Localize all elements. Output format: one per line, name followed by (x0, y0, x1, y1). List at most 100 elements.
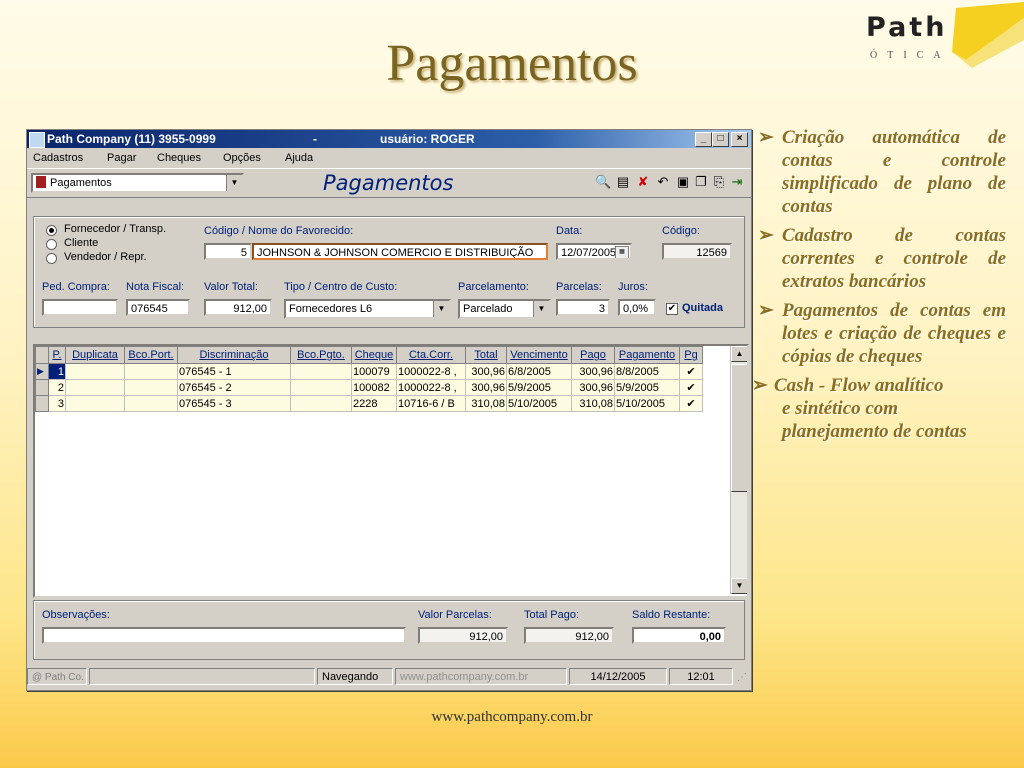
parcelamento-select[interactable]: Parcelado ▼ (458, 299, 551, 319)
delete-icon[interactable]: ✘ (635, 174, 651, 190)
cell-cheque[interactable]: 100079 (351, 363, 397, 380)
radio-fornecedor-label: Fornecedor / Transp. (64, 223, 167, 235)
col-duplicata[interactable]: Duplicata (65, 346, 125, 364)
cell-pago[interactable]: 300,96 (571, 379, 615, 396)
menu-cadastros[interactable]: Cadastros (33, 152, 83, 164)
col-pago[interactable]: Pago (571, 346, 615, 364)
scroll-up-icon[interactable]: ▲ (731, 346, 747, 362)
valor-total-field[interactable]: 912,00 (204, 299, 272, 316)
scroll-thumb[interactable] (731, 364, 747, 492)
preview-icon[interactable]: 🔍 (595, 174, 611, 190)
nome-favorecido-field[interactable]: JOHNSON & JOHNSON COMERCIO E DISTRIBUIÇÃ… (252, 243, 548, 260)
col-vencimento[interactable]: Vencimento (506, 346, 572, 364)
juros-field[interactable]: 0,0% (618, 299, 656, 316)
cell-cta-corr[interactable]: 1000022-8 , (396, 363, 466, 380)
col-cheque[interactable]: Cheque (351, 346, 397, 364)
cell-pg-checkbox[interactable]: ✔ (679, 379, 703, 396)
col-pg[interactable]: Pg (679, 346, 703, 364)
chevron-down-icon[interactable]: ▼ (533, 301, 549, 317)
new-icon[interactable]: ❐ (693, 174, 709, 190)
cell-duplicata[interactable] (65, 363, 125, 380)
col-bco-pgto[interactable]: Bco.Pgto. (290, 346, 352, 364)
cell-bco-pgto[interactable] (290, 379, 352, 396)
menu-opcoes[interactable]: Opções (223, 152, 261, 164)
cell-discriminacao[interactable]: 076545 - 2 (177, 379, 291, 396)
cell-pago[interactable]: 310,08 (571, 395, 615, 412)
save-icon[interactable]: ▣ (675, 174, 691, 190)
cell-bco-pgto[interactable] (290, 363, 352, 380)
cell-vencimento[interactable]: 6/8/2005 (506, 363, 572, 380)
quitada-label: Quitada (682, 302, 723, 314)
radio-vendedor[interactable] (46, 253, 57, 264)
nota-fiscal-field[interactable]: 076545 (126, 299, 190, 316)
cell-bco-port[interactable] (124, 363, 178, 380)
parcelas-field[interactable]: 3 (556, 299, 610, 316)
ped-compra-field[interactable] (42, 299, 118, 316)
cell-vencimento[interactable]: 5/9/2005 (506, 379, 572, 396)
cell-pagamento[interactable]: 8/8/2005 (614, 363, 680, 380)
col-total[interactable]: Total (465, 346, 507, 364)
cell-p[interactable]: 1 (48, 363, 66, 380)
cell-bco-pgto[interactable] (290, 395, 352, 412)
app-icon (29, 132, 45, 148)
close-button[interactable]: × (731, 132, 748, 147)
col-bco-port[interactable]: Bco.Port. (124, 346, 178, 364)
undo-icon[interactable]: ↶ (655, 174, 671, 190)
cell-bco-port[interactable] (124, 395, 178, 412)
maximize-button[interactable]: □ (712, 132, 729, 147)
total-pago-field: 912,00 (524, 627, 614, 644)
status-date: 14/12/2005 (569, 668, 667, 685)
cell-cta-corr[interactable]: 1000022-8 , (396, 379, 466, 396)
cell-pago[interactable]: 300,96 (571, 363, 615, 380)
cell-pg-checkbox[interactable]: ✔ (679, 363, 703, 380)
cell-discriminacao[interactable]: 076545 - 3 (177, 395, 291, 412)
radio-fornecedor[interactable] (46, 225, 57, 236)
cell-cheque[interactable]: 2228 (351, 395, 397, 412)
radio-cliente[interactable] (46, 239, 57, 250)
cell-vencimento[interactable]: 5/10/2005 (506, 395, 572, 412)
quitada-checkbox[interactable]: ✔ (666, 303, 678, 315)
col-discriminacao[interactable]: Discriminação (177, 346, 291, 364)
menu-ajuda[interactable]: Ajuda (285, 152, 313, 164)
observacoes-field[interactable] (42, 627, 406, 644)
table-row[interactable]: 3 076545 - 3 2228 10716-6 / B 310,08 5/1… (35, 395, 703, 412)
cell-duplicata[interactable] (65, 395, 125, 412)
tipo-centro-select[interactable]: Fornecedores L6 ▼ (284, 299, 451, 319)
copy-icon[interactable]: ⎘ (711, 174, 727, 190)
cell-p[interactable]: 3 (48, 395, 66, 412)
tipo-centro-label: Tipo / Centro de Custo: (284, 281, 398, 293)
menu-pagar[interactable]: Pagar (107, 152, 136, 164)
print-icon[interactable]: ▤ (615, 174, 631, 190)
title-bar[interactable]: Path Company (11) 3955-0999 - usuário: R… (27, 130, 751, 148)
scroll-down-icon[interactable]: ▼ (731, 578, 747, 594)
grid-scrollbar[interactable]: ▲ ▼ (730, 346, 747, 594)
module-select[interactable]: Pagamentos ▼ (31, 173, 244, 193)
cell-discriminacao[interactable]: 076545 - 1 (177, 363, 291, 380)
chevron-down-icon[interactable]: ▼ (226, 175, 242, 191)
minimize-button[interactable]: _ (695, 132, 712, 147)
table-row[interactable]: 2 076545 - 2 100082 1000022-8 , 300,96 5… (35, 379, 703, 396)
col-p[interactable]: P. (48, 346, 66, 364)
cell-total[interactable]: 300,96 (465, 363, 507, 380)
col-pagamento[interactable]: Pagamento (614, 346, 680, 364)
resize-grip-icon[interactable]: ⋰ (737, 672, 747, 683)
calendar-icon[interactable]: ▦ (615, 246, 629, 258)
menu-cheques[interactable]: Cheques (157, 152, 201, 164)
cell-total[interactable]: 310,08 (465, 395, 507, 412)
cell-pagamento[interactable]: 5/9/2005 (614, 379, 680, 396)
cell-pagamento[interactable]: 5/10/2005 (614, 395, 680, 412)
codigo-field[interactable]: 5 (204, 243, 252, 260)
cell-duplicata[interactable] (65, 379, 125, 396)
cell-cta-corr[interactable]: 10716-6 / B (396, 395, 466, 412)
cell-pg-checkbox[interactable]: ✔ (679, 395, 703, 412)
data-field[interactable]: 12/07/2005 ▦ (556, 243, 632, 260)
table-row[interactable]: ▶ 1 076545 - 1 100079 1000022-8 , 300,96… (35, 363, 703, 380)
cell-total[interactable]: 300,96 (465, 379, 507, 396)
exit-icon[interactable]: ⇥ (729, 174, 745, 190)
chevron-down-icon[interactable]: ▼ (433, 301, 449, 317)
cell-cheque[interactable]: 100082 (351, 379, 397, 396)
cell-p[interactable]: 2 (48, 379, 66, 396)
col-cta-corr[interactable]: Cta.Corr. (396, 346, 466, 364)
cell-bco-port[interactable] (124, 379, 178, 396)
status-url: www.pathcompany.com.br (395, 668, 567, 685)
